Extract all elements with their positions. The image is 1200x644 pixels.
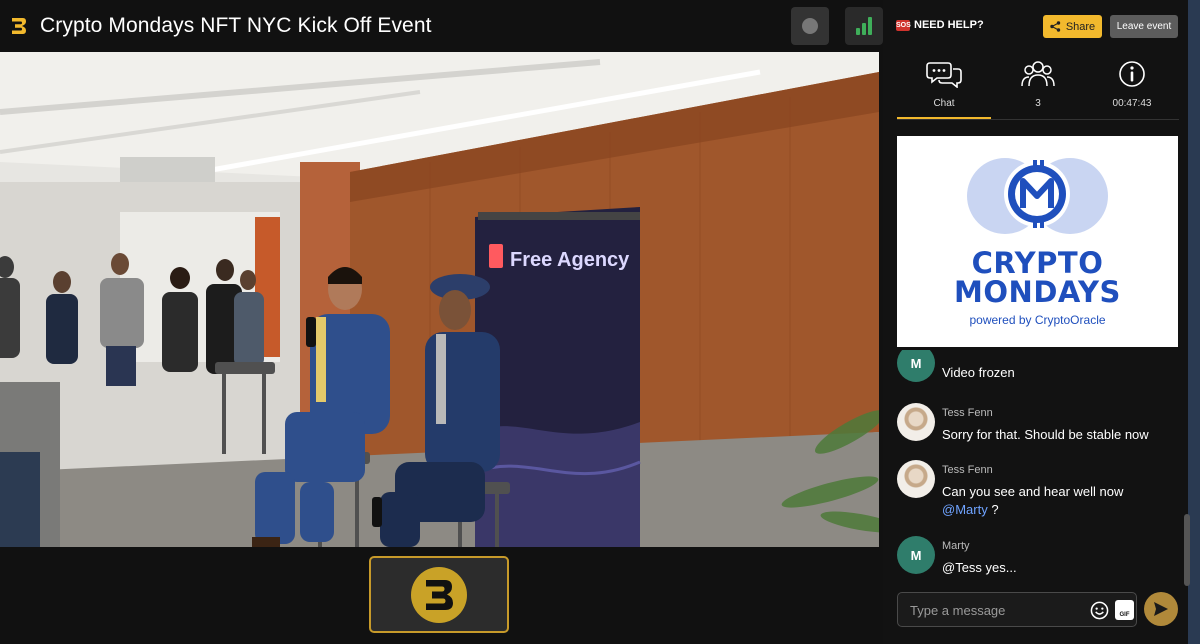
video-stage[interactable]: Free Agency xyxy=(0,52,879,547)
tab-info-label: 00:47:43 xyxy=(1112,98,1152,109)
share-label: Share xyxy=(1065,20,1096,33)
top-bar: Crypto Mondays NFT NYC Kick Off Event xyxy=(0,0,883,52)
people-icon xyxy=(1021,61,1055,87)
chat-message-text: Video frozen xyxy=(942,365,1015,380)
stage-banner-text: Free Agency xyxy=(510,249,630,271)
tab-chat[interactable]: Chat xyxy=(897,52,991,120)
chat-message-text: Can you see and hear well now @Marty ? xyxy=(942,483,1172,519)
avatar: M xyxy=(897,536,935,574)
tab-info[interactable]: 00:47:43 xyxy=(1085,52,1179,120)
crypto-mondays-banner: CRYPTO MONDAYS powered by CryptoOracle xyxy=(897,136,1178,347)
info-icon xyxy=(1119,61,1145,87)
gif-button[interactable]: GIF xyxy=(1115,600,1134,620)
chat-messages[interactable]: M Video frozen Tess Fenn Sorry for that.… xyxy=(897,350,1178,582)
record-dot-icon xyxy=(802,18,818,34)
stage-thumbnail[interactable] xyxy=(369,556,509,633)
tabs-divider xyxy=(897,119,1179,120)
tab-chat-label: Chat xyxy=(933,98,955,109)
emoji-icon[interactable] xyxy=(1090,601,1109,620)
tab-participants[interactable]: 3 xyxy=(991,52,1085,120)
sos-icon: SOS xyxy=(896,19,911,31)
avatar xyxy=(897,460,935,498)
need-help-link[interactable]: SOS NEED HELP? xyxy=(896,19,984,31)
banner-title-line1: CRYPTO xyxy=(971,246,1104,280)
avatar: M xyxy=(897,350,935,382)
message-input[interactable] xyxy=(910,600,1070,620)
chat-message-text: @Tess yes... xyxy=(942,560,1017,575)
need-help-label: NEED HELP? xyxy=(914,19,984,31)
send-icon xyxy=(1154,602,1168,616)
signal-bars-icon xyxy=(856,17,872,35)
brand-b-logo-icon[interactable] xyxy=(8,15,30,37)
crypto-mondays-logo-icon xyxy=(967,158,1108,234)
chat-message-author: Tess Fenn xyxy=(942,464,993,476)
brand-b-logo-icon xyxy=(411,566,467,623)
share-icon xyxy=(1050,21,1061,32)
chat-message-suffix: ? xyxy=(991,502,999,517)
send-button[interactable] xyxy=(1144,592,1178,626)
avatar xyxy=(897,403,935,441)
panel-header: SOS NEED HELP? Share Leave event xyxy=(883,0,1188,52)
message-composer: GIF xyxy=(897,592,1137,627)
event-title: Crypto Mondays NFT NYC Kick Off Event xyxy=(40,14,432,37)
chat-message-author: Marty xyxy=(942,540,970,552)
side-panel: SOS NEED HELP? Share Leave event Chat 3 … xyxy=(883,0,1188,644)
chat-message-text: Sorry for that. Should be stable now xyxy=(942,427,1149,442)
panel-tabs: Chat 3 00:47:43 xyxy=(897,52,1179,120)
connection-quality-button[interactable] xyxy=(845,7,883,45)
chat-scrollbar[interactable] xyxy=(1184,514,1190,586)
mention-link[interactable]: @Marty xyxy=(942,502,988,517)
tab-participants-label: 3 xyxy=(1035,98,1041,109)
live-video-frame: Free Agency xyxy=(0,52,879,547)
chat-message-author: Tess Fenn xyxy=(942,407,993,419)
share-button[interactable]: Share xyxy=(1043,15,1102,38)
chat-bubbles-icon xyxy=(926,62,962,88)
banner-subtitle: powered by CryptoOracle xyxy=(969,313,1106,327)
leave-event-button[interactable]: Leave event xyxy=(1110,15,1178,38)
banner-title-line2: MONDAYS xyxy=(954,275,1121,309)
record-button[interactable] xyxy=(791,7,829,45)
chat-message-body: Can you see and hear well now xyxy=(942,484,1124,499)
